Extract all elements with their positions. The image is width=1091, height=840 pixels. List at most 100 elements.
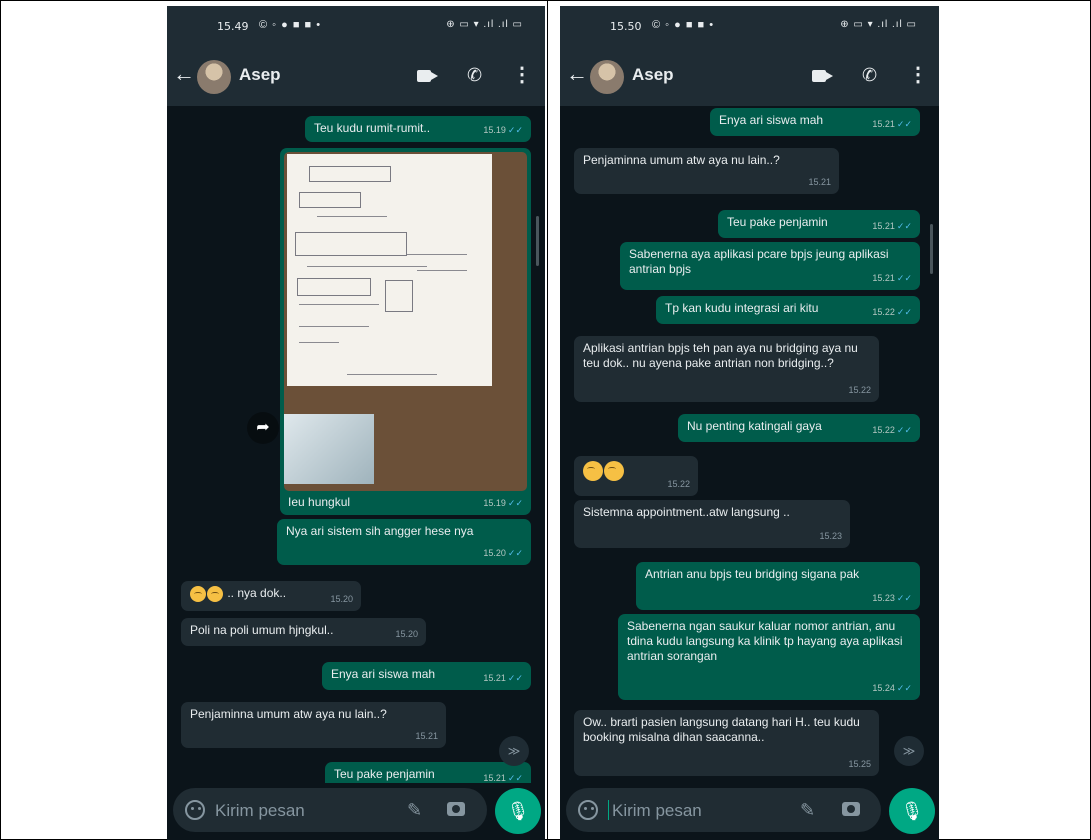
message-input[interactable]: Kirim pesan ✎ <box>173 788 487 832</box>
message-incoming[interactable]: Aplikasi antrian bpjs teh pan aya nu bri… <box>574 336 879 402</box>
message-outgoing[interactable]: Nu penting katingali gaya 15.22 ✓✓ <box>678 414 920 442</box>
attach-icon[interactable]: ✎ <box>800 800 815 821</box>
message-outgoing[interactable]: Tp kan kudu integrasi ari kitu 15.22 ✓✓ <box>656 296 920 324</box>
message-outgoing[interactable]: Nya ari sistem sih angger hese nya 15.20… <box>277 519 531 565</box>
scroll-to-bottom-button[interactable]: ≫ <box>894 736 924 766</box>
message-time: 15.21 <box>872 119 895 129</box>
back-arrow-icon[interactable]: ← <box>566 63 588 85</box>
message-outgoing[interactable]: Antrian anu bpjs teu bridging sigana pak… <box>636 562 920 610</box>
message-meta: 15.24 ✓✓ <box>872 681 912 696</box>
message-text: .. nya dok.. <box>227 586 287 601</box>
left-phone-screen: 15.49 © ◦ ● ■ ■ • ⊕ ▭ ▾ .ıl .ıl ▭ ← Asep… <box>167 6 545 840</box>
message-text: Penjaminna umum atw aya nu lain..? <box>583 153 780 167</box>
message-time: 15.20 <box>330 594 353 604</box>
grin-emoji-icon <box>207 586 223 602</box>
message-meta: 15.25 <box>848 757 871 772</box>
message-text: Sabenerna ngan saukur kaluar nomor antri… <box>627 619 903 663</box>
mic-button[interactable]: 🎙 <box>495 788 541 834</box>
status-time: 15.50 <box>610 20 642 33</box>
scrollbar-thumb[interactable] <box>536 216 539 266</box>
message-incoming[interactable]: Ow.. brarti pasien langsung datang hari … <box>574 710 879 776</box>
message-incoming[interactable]: 15.22 <box>574 456 698 496</box>
image-caption: Ieu hungkul <box>288 495 351 509</box>
status-bar: 15.50 © ◦ ● ■ ■ • ⊕ ▭ ▾ .ıl .ıl ▭ <box>560 6 939 46</box>
contact-avatar[interactable] <box>197 60 231 94</box>
message-incoming[interactable]: Penjaminna umum atw aya nu lain..? 15.21 <box>181 702 446 748</box>
message-outgoing[interactable]: Teu pake penjamin 15.21 ✓✓ <box>718 210 920 238</box>
message-time: 15.23 <box>872 593 895 603</box>
message-text: Teu kudu rumit-rumit.. <box>314 121 431 135</box>
contact-name[interactable]: Asep <box>632 65 674 85</box>
message-meta: 15.21 <box>808 175 831 190</box>
status-time: 15.49 <box>217 20 249 33</box>
attach-icon[interactable]: ✎ <box>407 800 422 821</box>
composer-bar: Kirim pesan ✎ 🎙 <box>560 783 939 840</box>
frame-divider <box>547 0 548 840</box>
message-outgoing[interactable]: Teu pake penjamin 15.21 ✓✓ <box>325 762 531 783</box>
message-text: Sabenerna aya aplikasi pcare bpjs jeung … <box>629 247 889 276</box>
read-receipt-icon: ✓✓ <box>896 593 912 603</box>
read-receipt-icon: ✓✓ <box>896 119 912 129</box>
notification-icons: © ◦ ● ■ ■ • <box>652 19 715 31</box>
message-text: Antrian anu bpjs teu bridging sigana pak <box>645 567 860 581</box>
message-outgoing[interactable]: Sabenerna ngan saukur kaluar nomor antri… <box>618 614 920 700</box>
message-outgoing[interactable]: Sabenerna aya aplikasi pcare bpjs jeung … <box>620 242 920 290</box>
message-text: Sistemna appointment..atw langsung .. <box>583 505 790 519</box>
message-time: 15.21 <box>483 673 506 683</box>
message-incoming[interactable]: Sistemna appointment..atw langsung .. 15… <box>574 500 850 548</box>
message-meta: 15.20 ✓✓ <box>483 546 523 561</box>
composer-bar: Kirim pesan ✎ 🎙 <box>167 783 545 840</box>
status-bar: 15.49 © ◦ ● ■ ■ • ⊕ ▭ ▾ .ıl .ıl ▭ <box>167 6 545 46</box>
message-outgoing[interactable]: Enya ari siswa mah 15.21 ✓✓ <box>322 662 531 690</box>
message-meta: 15.21 ✓✓ <box>483 771 523 783</box>
forward-icon[interactable]: ➦ <box>247 412 279 444</box>
emoji-icon[interactable] <box>578 800 598 820</box>
message-meta: 15.23 <box>819 529 842 544</box>
message-meta: 15.21 ✓✓ <box>872 117 912 132</box>
message-photo[interactable] <box>284 152 527 491</box>
system-status-icons: ⊕ ▭ ▾ .ıl .ıl ▭ <box>446 19 523 30</box>
message-input[interactable]: Kirim pesan ✎ <box>566 788 881 832</box>
message-time: 15.22 <box>872 425 895 435</box>
image-message[interactable]: Ieu hungkul 15.19 ✓✓ <box>280 148 531 515</box>
camera-icon[interactable] <box>842 802 860 816</box>
read-receipt-icon: ✓✓ <box>896 307 912 317</box>
message-time: 15.24 <box>872 683 895 693</box>
message-time: 15.23 <box>819 531 842 541</box>
message-incoming[interactable]: .. nya dok.. 15.20 <box>181 581 361 611</box>
message-time: 15.25 <box>848 759 871 769</box>
camera-icon[interactable] <box>447 802 465 816</box>
message-outgoing[interactable]: Enya ari siswa mah 15.21 ✓✓ <box>710 108 920 136</box>
more-options-icon[interactable]: ⋮ <box>908 64 928 86</box>
message-time: 15.21 <box>872 273 895 283</box>
system-status-icons: ⊕ ▭ ▾ .ıl .ıl ▭ <box>840 19 917 30</box>
grin-emoji-icon <box>583 461 603 481</box>
grin-emoji-icon <box>604 461 624 481</box>
message-time: 15.21 <box>483 773 506 783</box>
message-outgoing[interactable]: Teu kudu rumit-rumit.. 15.19 ✓✓ <box>305 116 531 142</box>
back-arrow-icon[interactable]: ← <box>173 63 195 85</box>
message-time: 15.22 <box>872 307 895 317</box>
message-text: Enya ari siswa mah <box>331 667 436 681</box>
message-time: 15.21 <box>415 731 438 741</box>
message-text: Penjaminna umum atw aya nu lain..? <box>190 707 387 721</box>
message-text: Nya ari sistem sih angger hese nya <box>286 524 474 538</box>
message-time: 15.21 <box>872 221 895 231</box>
photo-background-object <box>284 414 374 484</box>
voice-call-icon[interactable]: ✆ <box>467 64 482 86</box>
scrollbar-thumb[interactable] <box>930 224 933 274</box>
mic-button[interactable]: 🎙 <box>889 788 935 834</box>
message-text: Teu pake penjamin <box>727 215 828 229</box>
message-time: 15.19 <box>483 125 506 135</box>
voice-call-icon[interactable]: ✆ <box>862 64 877 86</box>
message-input-placeholder: Kirim pesan <box>612 801 702 820</box>
message-incoming[interactable]: Penjaminna umum atw aya nu lain..? 15.21 <box>574 148 839 194</box>
emoji-icon[interactable] <box>185 800 205 820</box>
contact-name[interactable]: Asep <box>239 65 281 85</box>
more-options-icon[interactable]: ⋮ <box>512 64 532 86</box>
contact-avatar[interactable] <box>590 60 624 94</box>
read-receipt-icon: ✓✓ <box>507 673 523 683</box>
scroll-to-bottom-button[interactable]: ≫ <box>499 736 529 766</box>
message-incoming[interactable]: Poli na poli umum hjngkul.. 15.20 <box>181 618 426 646</box>
read-receipt-icon: ✓✓ <box>507 773 523 783</box>
